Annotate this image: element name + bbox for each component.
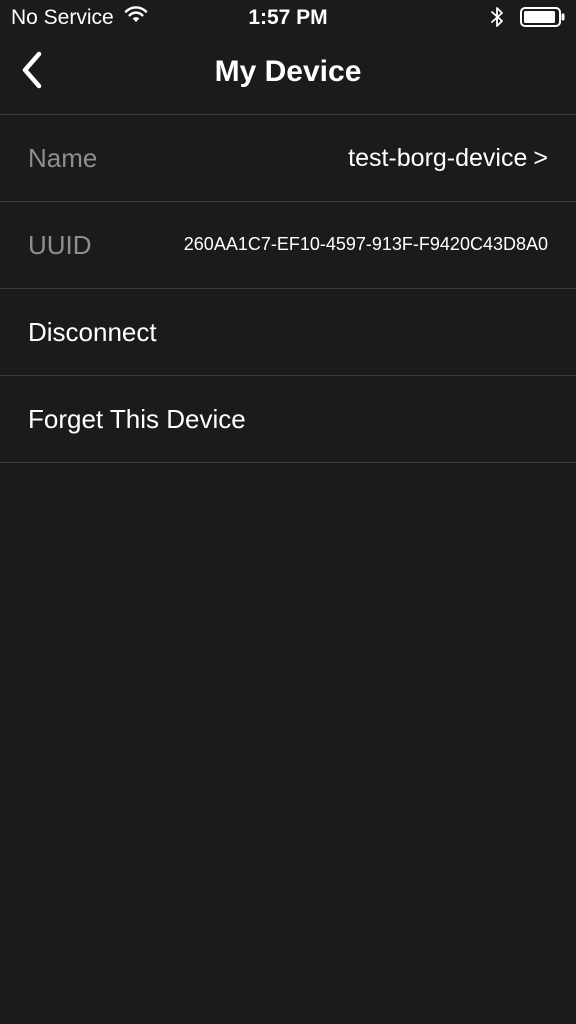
status-bar: No Service 1:57 PM	[0, 0, 576, 38]
name-label: Name	[28, 143, 98, 173]
forget-device-label: Forget This Device	[28, 404, 246, 434]
uuid-label: UUID	[28, 230, 92, 260]
name-row[interactable]: Name test-borg-device >	[0, 115, 576, 202]
page-title: My Device	[214, 55, 362, 88]
uuid-row: UUID 260AA1C7-EF10-4597-913F-F9420C43D8A…	[0, 202, 576, 289]
name-value: test-borg-device >	[348, 115, 548, 201]
settings-list: Name test-borg-device > UUID 260AA1C7-EF1…	[0, 115, 576, 463]
bluetooth-icon	[490, 6, 504, 33]
forget-device-button[interactable]: Forget This Device	[0, 376, 576, 463]
chevron-right-icon: >	[533, 144, 548, 172]
disconnect-button[interactable]: Disconnect	[0, 289, 576, 376]
uuid-value: 260AA1C7-EF10-4597-913F-F9420C43D8A0	[183, 234, 548, 254]
status-right	[490, 6, 566, 33]
battery-icon	[520, 7, 566, 32]
disconnect-label: Disconnect	[28, 317, 157, 347]
device-name: test-borg-device	[348, 144, 528, 172]
nav-bar: My Device	[0, 38, 576, 115]
